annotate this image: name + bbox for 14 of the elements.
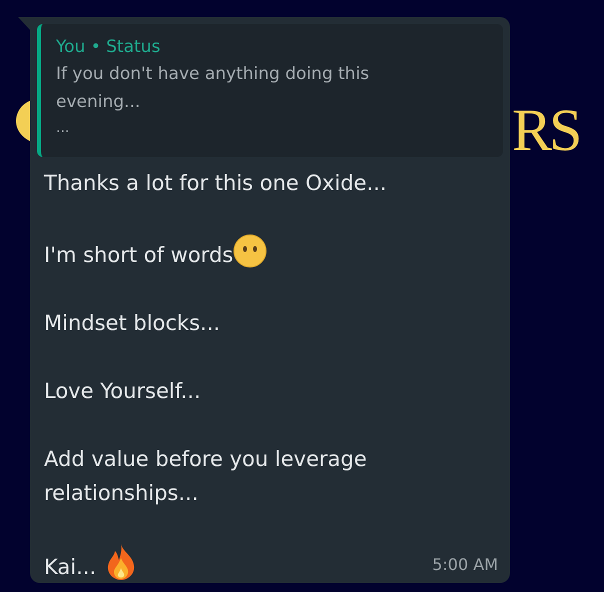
- message-time: 5:00 AM: [432, 555, 498, 575]
- quote-ellipsis: ...: [56, 119, 70, 138]
- message-text: Kai...: [44, 555, 96, 579]
- quote-text: If you don't have anything doing this evening...: [56, 63, 370, 114]
- logo-text: RS: [512, 100, 580, 160]
- quote-author: You • Status: [56, 36, 162, 59]
- message-text: Love Yourself...: [44, 379, 201, 403]
- message-text: Add value before you leverage relationships...: [44, 447, 368, 505]
- message-text: I'm short of words: [44, 243, 234, 267]
- message-text: Mindset blocks...: [44, 311, 220, 335]
- fire-emoji-icon: [106, 544, 136, 580]
- message-text: Thanks a lot for this one Oxide...: [44, 171, 387, 195]
- quoted-status[interactable]: You • Status If you don't have anything doing this evening... ...: [37, 24, 503, 157]
- face-emoji-icon: [233, 234, 268, 268]
